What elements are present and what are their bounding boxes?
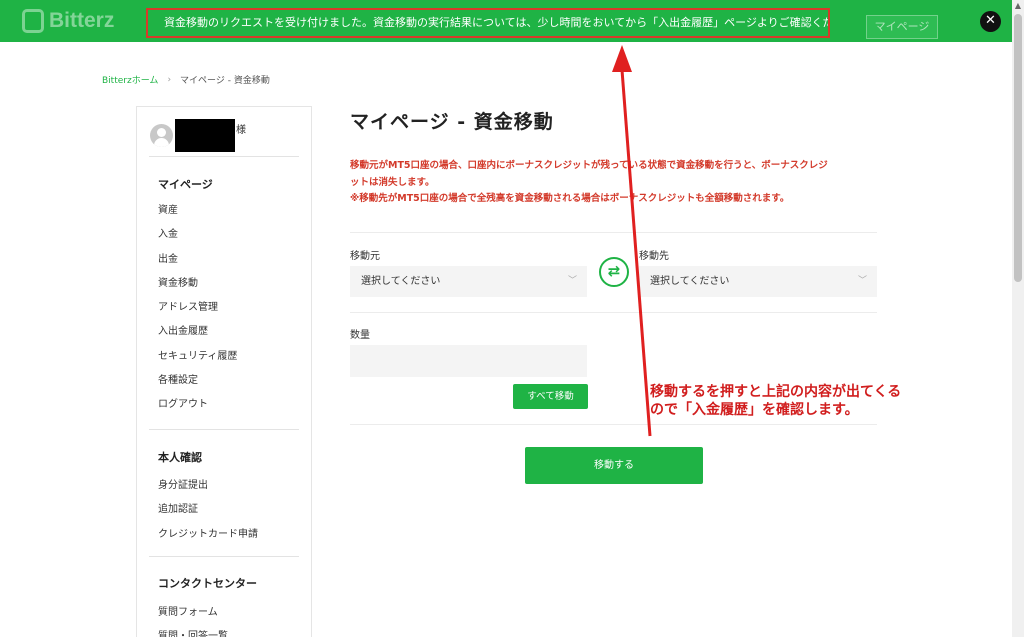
from-label: 移動元 [350,251,380,262]
breadcrumb: Bitterzホーム › マイページ - 資金移動 [102,73,270,87]
sidebar-section-identity: 本人確認 身分証提出 追加認証 クレジットカード申請 [158,449,258,549]
section-divider [350,312,877,313]
breadcrumb-separator-icon: › [167,74,172,85]
sidebar-item-security-history[interactable]: セキュリティ履歴 [158,347,237,371]
to-account-select[interactable]: 選択してください ﹀ [639,266,877,297]
sidebar-heading: 本人確認 [158,451,202,464]
warning-line: ットは消失します。 [350,176,435,188]
sidebar: 様 マイページ 資産 入金 出金 資金移動 アドレス管理 入出金履歴 セキュリテ… [136,106,312,637]
from-select-value: 選択してください [361,276,441,287]
sidebar-item-additional-auth[interactable]: 追加認証 [158,500,258,524]
scrollbar-thumb[interactable] [1014,14,1022,282]
annotation-callout: 移動するを押すと上記の内容が出てくる ので「入金履歴」を確認します。 [650,383,901,419]
from-account-select[interactable]: 選択してください ﹀ [350,266,587,297]
annotation-line: ので「入金履歴」を確認します。 [650,402,859,418]
sidebar-item-credit-card[interactable]: クレジットカード申請 [158,525,258,549]
close-icon[interactable]: ✕ [980,11,1001,32]
scroll-up-icon[interactable]: ▲ [1012,0,1024,12]
section-divider [350,232,877,233]
swap-arrows-icon[interactable]: ⇄ [599,257,629,287]
sidebar-heading: マイページ [158,178,213,191]
warning-line: 移動元がMT5口座の場合、口座内にボーナスクレジットが残っている状態で資金移動を… [350,160,828,171]
notice-banner: 資金移動のリクエストを受け付けました。資金移動の実行結果については、少し時間をお… [146,8,830,38]
sidebar-divider [149,429,299,430]
sidebar-item-id-submit[interactable]: 身分証提出 [158,476,258,500]
user-info: 様 [150,119,246,152]
brand-mark-icon [22,9,44,33]
section-divider [350,424,877,425]
page-title: マイページ - 資金移動 [350,111,554,133]
sidebar-item-address[interactable]: アドレス管理 [158,298,237,322]
sidebar-divider [149,556,299,557]
breadcrumb-home-link[interactable]: Bitterzホーム [102,73,158,86]
sidebar-item-logout[interactable]: ログアウト [158,395,237,419]
to-select-value: 選択してください [650,276,730,287]
mypage-button[interactable]: マイページ [866,15,938,39]
sidebar-item-withdraw[interactable]: 出金 [158,250,237,274]
sidebar-heading: コンタクトセンター [158,577,257,590]
sidebar-section-mypage: マイページ 資産 入金 出金 資金移動 アドレス管理 入出金履歴 セキュリティ履… [158,176,237,420]
sidebar-section-contact: コンタクトセンター 質問フォーム 質問・回答一覧 [158,575,257,637]
chevron-down-icon: ﹀ [567,276,577,286]
sidebar-item-faq-list[interactable]: 質問・回答一覧 [158,627,257,637]
bonus-warning: 移動元がMT5口座の場合、口座内にボーナスクレジットが残っている状態で資金移動を… [350,158,890,208]
breadcrumb-current: マイページ - 資金移動 [180,76,270,86]
sidebar-divider [149,156,299,157]
brand-logo[interactable]: Bitterz [22,9,114,33]
warning-line: ※移動先がMT5口座の場合で全残高を資金移動される場合はボーナスクレジットも全額… [350,193,790,204]
chevron-down-icon: ﹀ [857,276,867,286]
user-suffix: 様 [236,125,246,136]
annotation-line: 移動するを押すと上記の内容が出てくる [650,384,902,400]
transfer-submit-button[interactable]: 移動する [525,447,703,484]
sidebar-item-question-form[interactable]: 質問フォーム [158,603,257,627]
vertical-scrollbar[interactable]: ▲ [1012,0,1024,637]
top-header: Bitterz マイページ 資金移動のリクエストを受け付けました。資金移動の実行… [0,0,1012,42]
sidebar-item-settings[interactable]: 各種設定 [158,371,237,395]
amount-input[interactable] [350,345,587,377]
transfer-all-button[interactable]: すべて移動 [513,384,588,409]
redacted-username [175,119,235,152]
sidebar-item-deposit[interactable]: 入金 [158,225,237,249]
sidebar-item-assets[interactable]: 資産 [158,201,237,225]
brand-name: Bitterz [49,9,115,32]
sidebar-item-history[interactable]: 入出金履歴 [158,322,237,346]
to-label: 移動先 [639,251,669,262]
sidebar-item-fund-transfer[interactable]: 資金移動 [158,274,237,298]
avatar-icon [150,124,173,147]
amount-label: 数量 [350,330,370,341]
